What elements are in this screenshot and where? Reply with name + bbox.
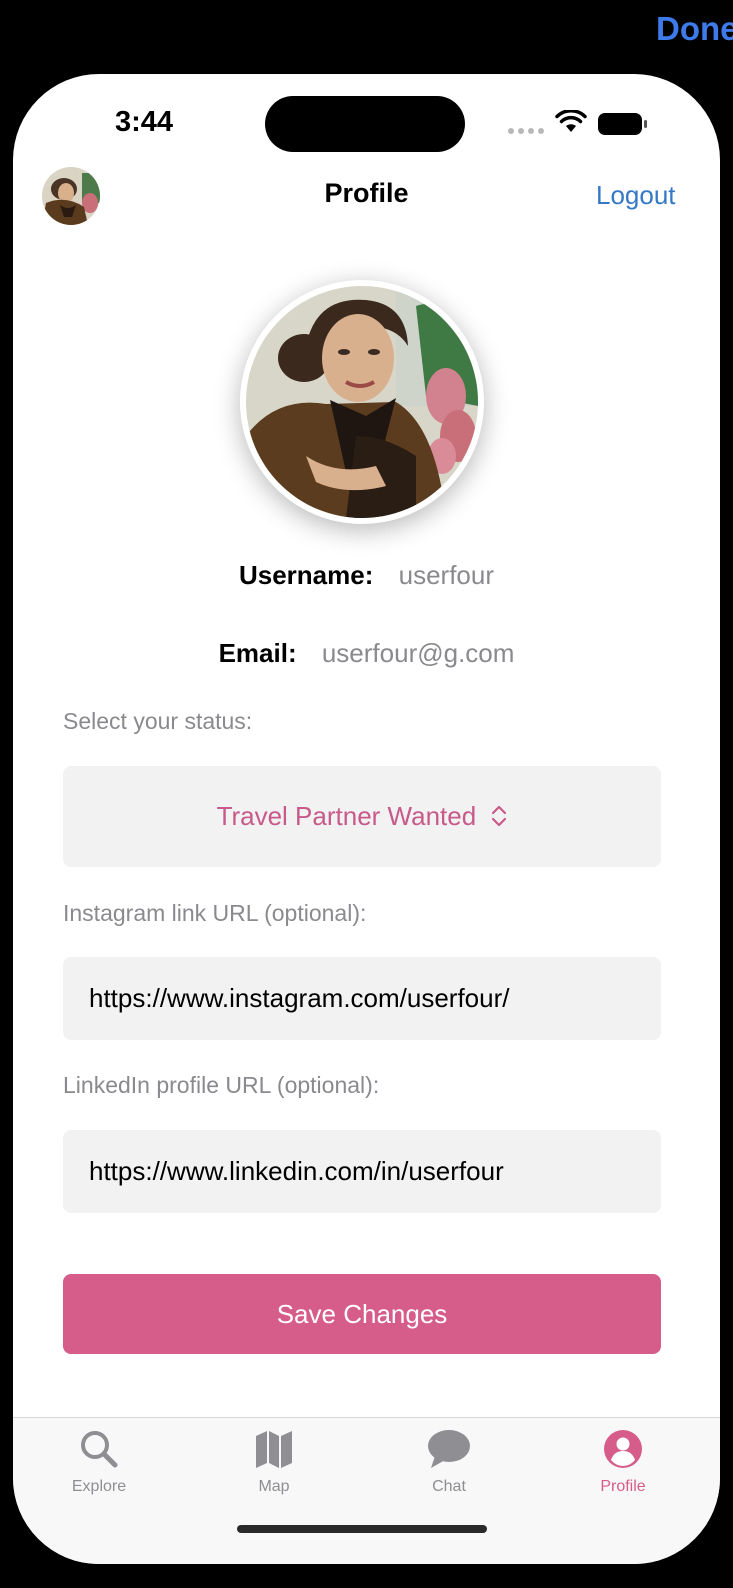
done-button[interactable]: Done — [656, 10, 733, 48]
tab-profile[interactable]: Profile — [568, 1428, 678, 1496]
instagram-label: Instagram link URL (optional): — [63, 900, 367, 926]
tab-chat[interactable]: Chat — [394, 1428, 504, 1496]
email-value: userfour@g.com — [321, 638, 515, 668]
linkedin-label: LinkedIn profile URL (optional): — [63, 1072, 380, 1098]
tab-bar: Explore Map Chat Profile — [13, 1417, 720, 1564]
tab-map-label: Map — [258, 1478, 290, 1495]
email-label: Email: — [218, 638, 297, 668]
map-icon — [256, 1431, 292, 1468]
status-time: 3:44 — [115, 106, 174, 138]
username-label: Username: — [238, 560, 374, 590]
chat-bubble-icon — [428, 1430, 470, 1468]
status-label: Select your status: — [63, 708, 253, 734]
tab-map[interactable]: Map — [219, 1428, 329, 1496]
battery-icon — [598, 113, 647, 135]
linkedin-url-field[interactable]: https://www.linkedin.com/in/userfour — [63, 1130, 661, 1213]
profile-photo[interactable] — [240, 280, 484, 524]
logout-button[interactable]: Logout — [596, 180, 676, 211]
status-selected-value: Travel Partner Wanted — [216, 801, 477, 831]
save-changes-button[interactable]: Save Changes — [63, 1274, 661, 1354]
phone-screen: 3:44 Profile Logout Username: userfour E… — [13, 74, 720, 1564]
wifi-icon — [555, 110, 587, 132]
tab-explore[interactable]: Explore — [44, 1428, 154, 1496]
person-circle-icon — [604, 1430, 642, 1468]
status-picker[interactable]: Travel Partner Wanted — [63, 766, 661, 867]
tab-profile-label: Profile — [600, 1478, 646, 1495]
tab-explore-label: Explore — [71, 1478, 127, 1495]
email-row: Email: userfour@g.com — [13, 638, 720, 669]
username-row: Username: userfour — [13, 560, 720, 591]
instagram-url-field[interactable]: https://www.instagram.com/userfour/ — [63, 957, 661, 1040]
cellular-signal-icon — [508, 128, 544, 134]
dynamic-island — [265, 96, 465, 152]
magnifier-icon — [81, 1431, 118, 1468]
tab-chat-label: Chat — [432, 1478, 466, 1495]
home-indicator — [237, 1525, 487, 1533]
chevron-up-down-icon — [492, 806, 507, 827]
username-value: userfour — [398, 560, 495, 590]
